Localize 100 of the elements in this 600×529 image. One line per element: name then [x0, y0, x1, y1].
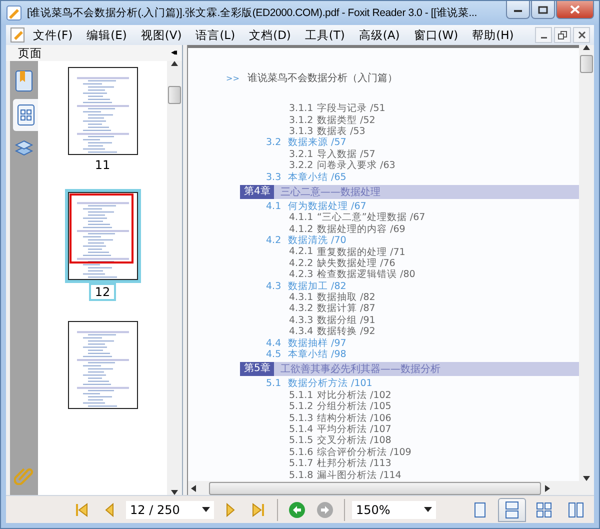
menu-item[interactable]: 帮助(H): [465, 28, 521, 42]
toc-number: 4.2: [266, 235, 282, 246]
toc-number: 5.1.2: [289, 401, 314, 412]
last-page-icon: [250, 502, 266, 518]
back-icon: [288, 500, 306, 518]
toc-entry: 数据抽样 /97: [288, 336, 346, 349]
scroll-thumb[interactable]: [580, 55, 593, 73]
chapter-label: 第5章: [240, 362, 274, 376]
toc-number: 3.2.1: [289, 148, 314, 160]
toc-entry: 数据处理的内容 /69: [317, 222, 406, 235]
close-icon: [570, 5, 580, 14]
chapter-label: 第4章: [240, 184, 274, 199]
toc-number: 3.1.2: [289, 114, 314, 126]
toc-number: 4.2.1: [289, 246, 314, 258]
toc-number: 3.2.2: [289, 160, 314, 172]
toc-number: 3.1.1: [289, 103, 314, 114]
toc-entry: 交叉分析法 /108: [317, 434, 392, 447]
menu-item[interactable]: 视图(V): [134, 28, 189, 42]
toc-entry: 数据加工 /82: [288, 280, 346, 292]
toc-entry: 杜邦分析法 /113: [317, 457, 392, 470]
menu-item[interactable]: 文档(D): [242, 28, 298, 42]
toc-entry: 结构分析法 /106: [317, 412, 392, 424]
dropdown-arrow-icon[interactable]: [202, 507, 210, 512]
menu-item[interactable]: 窗口(W): [406, 28, 466, 42]
toc-number: 4.2.2: [289, 258, 314, 269]
restore-button[interactable]: [554, 27, 571, 43]
toc-entry: 重复数据的处理 /71: [317, 246, 406, 258]
continuous-view-button[interactable]: [498, 498, 526, 522]
facing-continuous-view-icon: [536, 500, 552, 518]
toc-entry: 数据清洗 /70: [288, 234, 346, 247]
toc-number: 3.1.3: [289, 126, 314, 137]
toc-entry: 字段与记录 /51: [317, 102, 386, 115]
scrollbar[interactable]: [579, 45, 594, 481]
menu-item[interactable]: 工具(T): [298, 28, 352, 42]
page-field[interactable]: 12 / 250: [126, 500, 214, 518]
window-title: [谁说菜鸟不会数据分析(.入门篇)].张文霖.全彩版(ED2000.COM).pdf - Foxit Reader 3.0 - [[谁说菜...: [27, 6, 478, 20]
toc-entry: 漏斗图分析法 /114: [317, 468, 402, 481]
toc-entry: 数据转换 /92: [317, 325, 376, 338]
close-button[interactable]: [556, 1, 594, 19]
bookmark-icon: [14, 70, 34, 92]
toc-number: 4.3.3: [289, 314, 314, 326]
panel-title: 页面: [18, 46, 42, 60]
document-icon: [6, 5, 22, 21]
continuous-view-icon: [504, 500, 520, 518]
minimize-button[interactable]: [506, 1, 530, 19]
paperclip-icon: [14, 465, 34, 485]
toc-number: 5.1.3: [289, 412, 314, 424]
maximize-icon: [538, 6, 548, 14]
page-thumbnail[interactable]: [68, 321, 138, 409]
toc-number: 5.1.7: [289, 458, 314, 470]
toc-entry: 分组分析法 /105: [317, 400, 392, 413]
toc-number: 5.1.8: [289, 470, 314, 481]
toc-number: 5.1: [266, 378, 282, 390]
toc-number: 4.4: [266, 338, 282, 349]
dropdown-arrow-icon[interactable]: [424, 507, 432, 512]
chapter-title: 三心二意——数据处理: [280, 186, 380, 199]
menu-item[interactable]: 高级(A): [352, 28, 407, 42]
menu-item[interactable]: 语言(L): [188, 28, 242, 42]
toc-entry: 何为数据处理 /67: [288, 200, 366, 212]
toc-entry: 本章小结 /98: [288, 348, 346, 362]
toc-number: 4.3.1: [289, 292, 314, 304]
facing-view-icon: [568, 500, 584, 518]
toc-entry: 综合评价分析法 /109: [317, 446, 412, 458]
document-icon: [10, 27, 26, 43]
close-icon: [578, 31, 586, 39]
forward-icon: [316, 500, 334, 518]
minimize-button[interactable]: [535, 27, 552, 43]
toc-number: 5.1.1: [289, 390, 314, 401]
first-page-icon: [74, 502, 90, 518]
toc-entry: 数据抽取 /82: [317, 291, 376, 304]
toc-entry: 平均分析法 /107: [317, 422, 392, 435]
toc-number: 5.1.6: [289, 446, 314, 458]
pages-icon: [16, 104, 36, 126]
page-number: 12: [88, 283, 116, 301]
page-thumbnail[interactable]: [68, 67, 138, 155]
page-number: 11: [94, 158, 112, 172]
pages-tab[interactable]: [13, 99, 39, 131]
toc-number: 4.2.3: [289, 269, 314, 280]
toc-entry: 数据来源 /57: [288, 136, 346, 149]
toc-entry: 数据计算 /87: [317, 302, 376, 315]
toc-entry: 本章小结 /65: [288, 170, 346, 184]
header-mark: >>: [226, 74, 240, 82]
scrollbar[interactable]: [167, 61, 182, 495]
scroll-thumb[interactable]: [168, 86, 181, 104]
maximize-button[interactable]: [531, 1, 555, 19]
close-button[interactable]: [573, 27, 590, 43]
toc-entry: 数据分组 /91: [317, 314, 376, 326]
collapse-button[interactable]: ◂◂: [170, 48, 178, 58]
toc-number: 5.1.5: [289, 435, 314, 446]
toc-entry: 导入数据 /57: [317, 148, 376, 160]
toc-entry: 数据类型 /52: [317, 114, 376, 126]
toc-number: 3.2: [266, 137, 282, 148]
zoom-field[interactable]: 150%: [352, 500, 436, 518]
chapter-title: 工欲善其事必先利其器——数据分析: [280, 362, 440, 376]
scroll-thumb[interactable]: [209, 482, 541, 494]
menu-item[interactable]: 文件(F): [26, 28, 80, 42]
toc-entry: 数据分析方法 /101: [288, 377, 372, 390]
menu-item[interactable]: 编辑(E): [80, 28, 134, 42]
toc-number: 3.3: [266, 172, 282, 183]
toc-entry: 检查数据逻辑错误 /80: [317, 268, 416, 281]
